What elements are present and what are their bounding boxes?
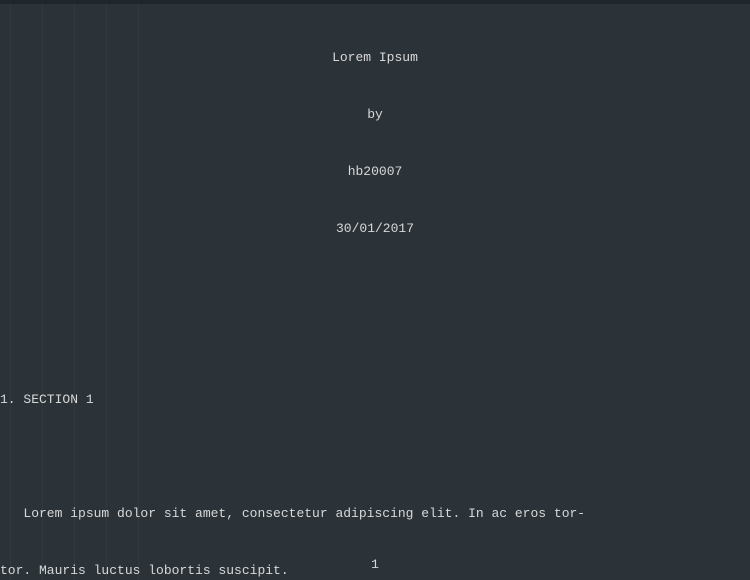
blank-line (0, 333, 750, 352)
blank-line (0, 447, 750, 466)
paragraph-line: Lorem ipsum dolor sit amet, consectetur … (0, 504, 750, 523)
page-number: 1 (0, 555, 750, 574)
document-body: Lorem Ipsum by hb20007 30/01/2017 1. SEC… (0, 4, 750, 580)
doc-date: 30/01/2017 (0, 219, 750, 238)
doc-title: Lorem Ipsum (0, 48, 750, 67)
doc-author: hb20007 (0, 162, 750, 181)
section-heading: 1. SECTION 1 (0, 390, 750, 409)
doc-by-label: by (0, 105, 750, 124)
blank-line (0, 276, 750, 295)
